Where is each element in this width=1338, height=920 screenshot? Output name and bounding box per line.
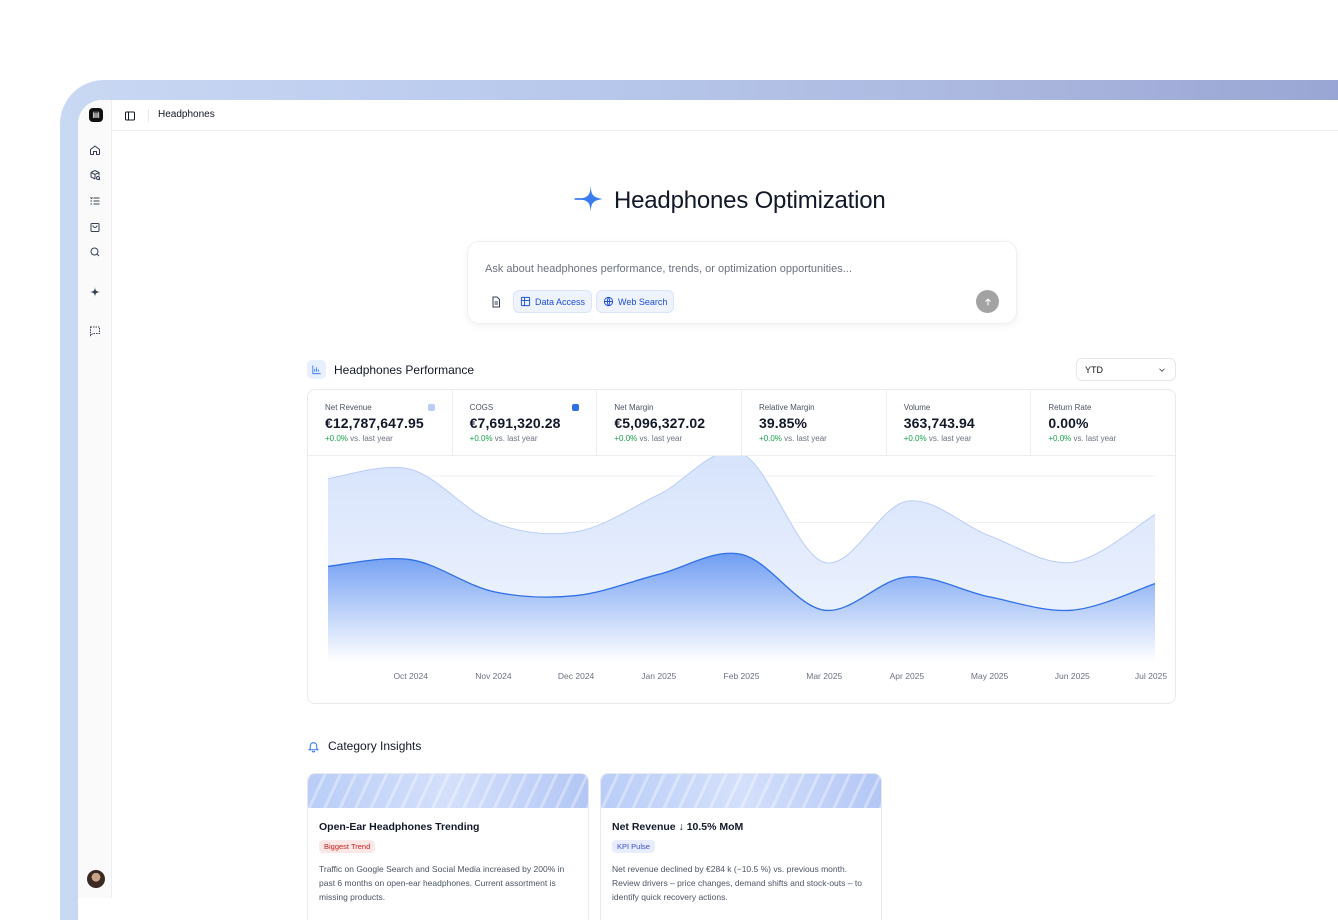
app-logo-icon[interactable]: ▤ — [89, 108, 103, 122]
insight-title: Open-Ear Headphones Trending — [319, 821, 480, 833]
ask-input[interactable]: Ask about headphones performance, trends… — [485, 263, 852, 275]
kpi-value: 363,743.94 — [903, 415, 975, 431]
x-tick-label: Feb 2025 — [724, 671, 760, 681]
list-icon[interactable] — [88, 194, 102, 208]
legend-swatch — [427, 404, 435, 411]
sparkle-icon[interactable] — [88, 285, 102, 299]
insights-header: Category Insights — [307, 739, 421, 753]
x-tick-label: Dec 2024 — [558, 671, 595, 681]
kpi-value: €5,096,327.02 — [614, 415, 706, 431]
shopping-bag-icon[interactable] — [88, 220, 102, 234]
period-value: YTD — [1085, 364, 1103, 375]
performance-card: Net Revenue €12,787,647.95 +0.0% vs. las… — [307, 389, 1176, 704]
insight-banner — [308, 774, 588, 808]
area-chart: Oct 2024 Nov 2024 Dec 2024 Jan 2025 Feb 2025… — [327, 451, 1167, 681]
search-icon[interactable] — [88, 245, 102, 259]
kpi-delta: +0.0% vs. last year — [903, 434, 972, 443]
kpi-row: Net Revenue €12,787,647.95 +0.0% vs. las… — [308, 390, 1175, 456]
kpi-relative-margin[interactable]: Relative Margin 39.85% +0.0% vs. last ye… — [742, 390, 887, 455]
performance-header: Headphones Performance — [307, 360, 474, 379]
kpi-label: Net Margin — [614, 403, 654, 412]
sidebar: ▤ — [78, 100, 112, 898]
insight-badge: KPI Pulse — [612, 840, 655, 853]
web-search-label: Web Search — [618, 296, 668, 307]
kpi-delta: +0.0% vs. last year — [469, 434, 538, 443]
x-tick-label: Jul 2025 — [1135, 671, 1167, 681]
legend-swatch — [572, 404, 580, 411]
kpi-delta: +0.0% vs. last year — [614, 434, 683, 443]
sparkle-icon — [572, 182, 606, 221]
avatar[interactable] — [87, 870, 105, 888]
kpi-value: 39.85% — [759, 415, 808, 431]
performance-title: Headphones Performance — [334, 362, 475, 377]
data-access-chip[interactable]: Data Access — [513, 290, 593, 313]
home-icon[interactable] — [88, 143, 102, 157]
insight-badge: Biggest Trend — [319, 840, 376, 853]
send-button[interactable] — [976, 290, 999, 313]
ask-box[interactable]: Ask about headphones performance, trends… — [467, 241, 1017, 324]
x-tick-label: Apr 2025 — [890, 671, 925, 681]
performance-chart: Oct 2024 Nov 2024 Dec 2024 Jan 2025 Feb 2025… — [308, 451, 1175, 703]
kpi-delta: +0.0% vs. last year — [325, 434, 393, 443]
page-title: Headphones Optimization — [614, 187, 886, 214]
kpi-net-margin[interactable]: Net Margin €5,096,327.02 +0.0% vs. last … — [597, 390, 743, 455]
x-tick-label: Jan 2025 — [641, 671, 676, 681]
data-access-label: Data Access — [535, 296, 586, 307]
kpi-value: 0.00% — [1048, 415, 1089, 431]
kpi-label: Return Rate — [1048, 403, 1092, 412]
kpi-label: Relative Margin — [759, 403, 815, 412]
web-search-chip[interactable]: Web Search — [596, 290, 675, 313]
x-tick-label: Nov 2024 — [475, 671, 512, 681]
insights-title: Category Insights — [328, 739, 422, 753]
kpi-volume[interactable]: Volume 363,743.94 +0.0% vs. last year — [887, 390, 1032, 455]
document-icon[interactable] — [490, 295, 502, 308]
kpi-cogs[interactable]: COGS €7,691,320.28 +0.0% vs. last year — [453, 390, 598, 455]
insight-banner — [601, 774, 881, 808]
bar-chart-icon — [307, 360, 326, 379]
kpi-value: €12,787,647.95 — [325, 415, 424, 431]
x-tick-label: May 2025 — [971, 671, 1009, 681]
kpi-delta: +0.0% vs. last year — [759, 434, 827, 443]
kpi-delta: +0.0% vs. last year — [1048, 434, 1117, 443]
message-icon[interactable] — [88, 324, 102, 338]
insight-title: Net Revenue ↓ 10.5% MoM — [612, 821, 744, 833]
x-tick-label: Jun 2025 — [1055, 671, 1090, 681]
topbar: Headphones — [112, 100, 1338, 131]
globe-icon — [603, 296, 614, 307]
topbar-divider — [148, 109, 149, 122]
kpi-net-revenue[interactable]: Net Revenue €12,787,647.95 +0.0% vs. las… — [308, 390, 453, 455]
hero: Headphones Optimization — [572, 184, 886, 217]
kpi-return-rate[interactable]: Return Rate 0.00% +0.0% vs. last year — [1031, 390, 1175, 455]
breadcrumb[interactable]: Headphones — [158, 109, 215, 120]
chevron-down-icon — [1159, 367, 1165, 372]
x-tick-label: Oct 2024 — [393, 671, 428, 681]
sidebar-toggle-icon[interactable] — [124, 109, 136, 121]
kpi-value: €7,691,320.28 — [469, 415, 561, 431]
table-icon — [520, 296, 531, 307]
x-tick-label: Mar 2025 — [806, 671, 842, 681]
app-window: ▤ Headphones Headphones Optimization Ask… — [78, 100, 1338, 920]
period-select[interactable]: YTD — [1076, 358, 1176, 381]
cube-search-icon[interactable] — [88, 168, 102, 182]
bell-icon — [307, 741, 320, 752]
kpi-label: Volume — [903, 403, 931, 412]
arrow-up-icon — [984, 297, 991, 305]
